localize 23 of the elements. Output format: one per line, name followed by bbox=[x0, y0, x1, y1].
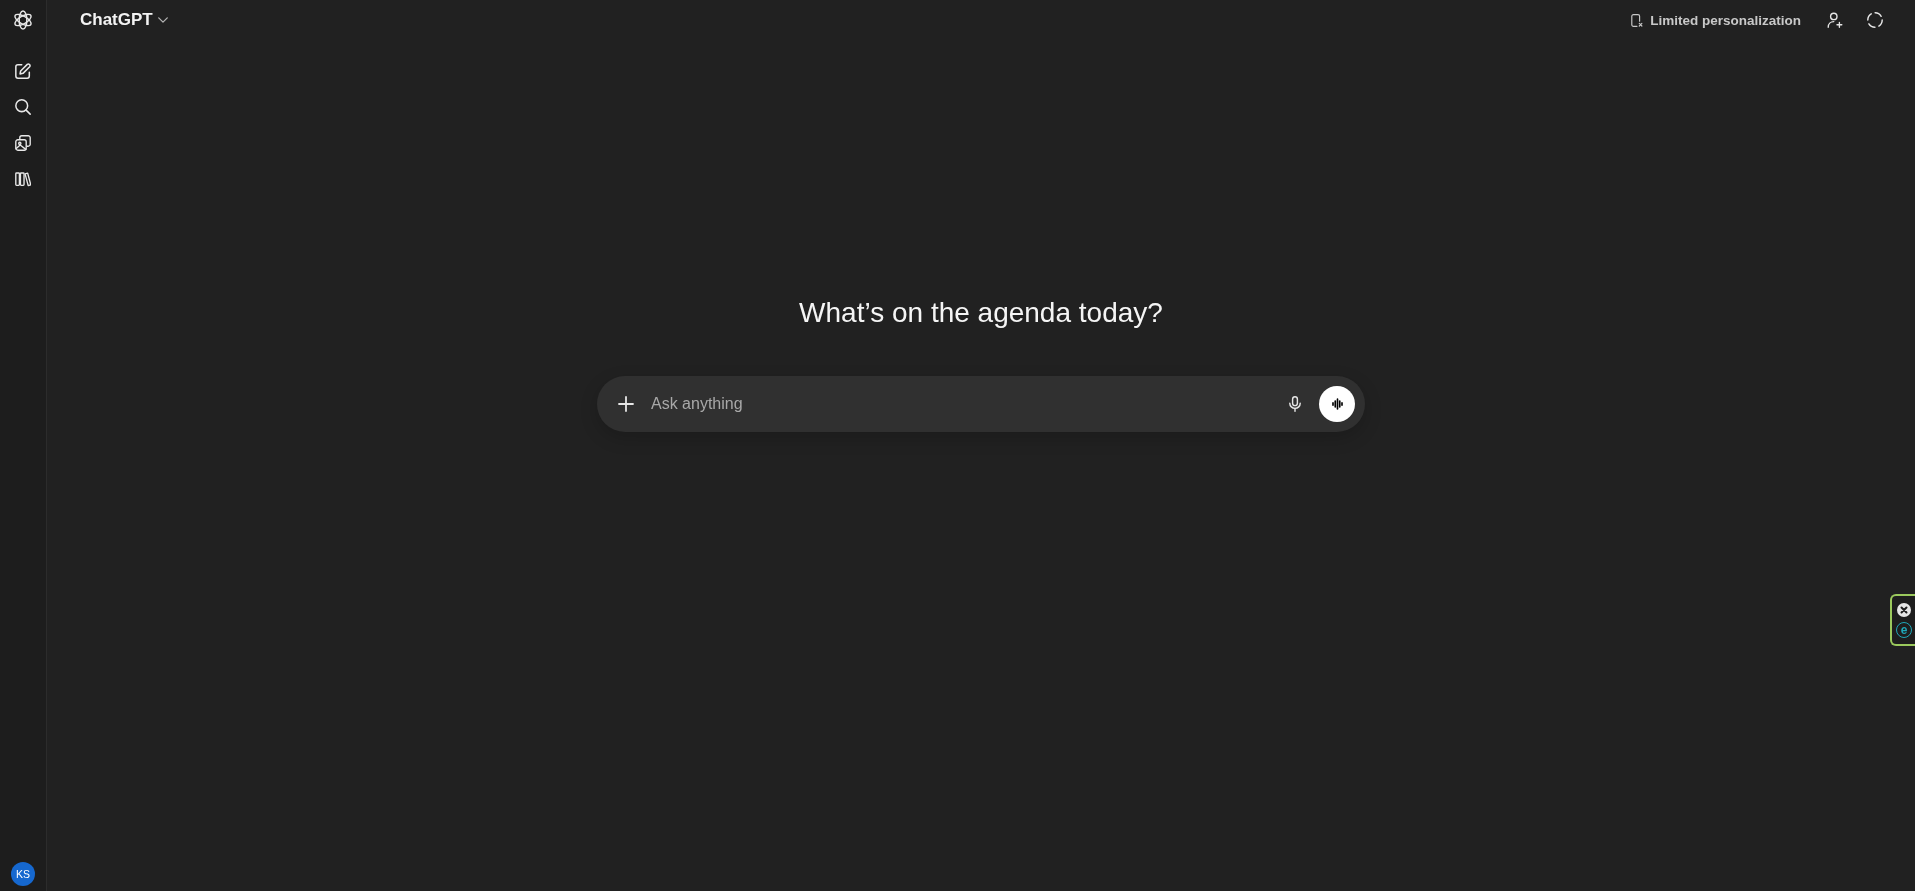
page-cross-icon bbox=[1631, 13, 1644, 27]
microphone-icon bbox=[1287, 396, 1303, 412]
personalization-label: Limited personalization bbox=[1650, 12, 1801, 28]
dashed-circle-icon bbox=[1867, 12, 1883, 28]
close-button[interactable] bbox=[1897, 602, 1911, 617]
waveform-icon bbox=[1331, 398, 1343, 410]
logo-icon bbox=[13, 10, 33, 30]
add-person-icon bbox=[1827, 12, 1843, 28]
model-menu-button[interactable]: ChatGPT bbox=[72, 4, 176, 36]
caret-icon bbox=[157, 17, 168, 23]
profile-avatar[interactable]: KS bbox=[11, 862, 35, 886]
books-icon bbox=[15, 171, 31, 187]
composer-field[interactable]: Ask anything bbox=[597, 376, 1365, 432]
images-icon bbox=[15, 135, 31, 151]
voice-mode-button[interactable] bbox=[1319, 386, 1355, 422]
edit-icon bbox=[15, 63, 31, 79]
prompt-input[interactable]: Ask anything bbox=[651, 386, 1277, 422]
search-icon bbox=[15, 99, 31, 115]
close-icon bbox=[1897, 602, 1911, 617]
welcome-heading: What’s on the agenda today? bbox=[799, 296, 1163, 330]
personalization-button[interactable]: Limited personalization bbox=[1627, 6, 1805, 34]
model-menu-label: ChatGPT bbox=[80, 10, 153, 30]
plus-icon bbox=[618, 396, 634, 412]
